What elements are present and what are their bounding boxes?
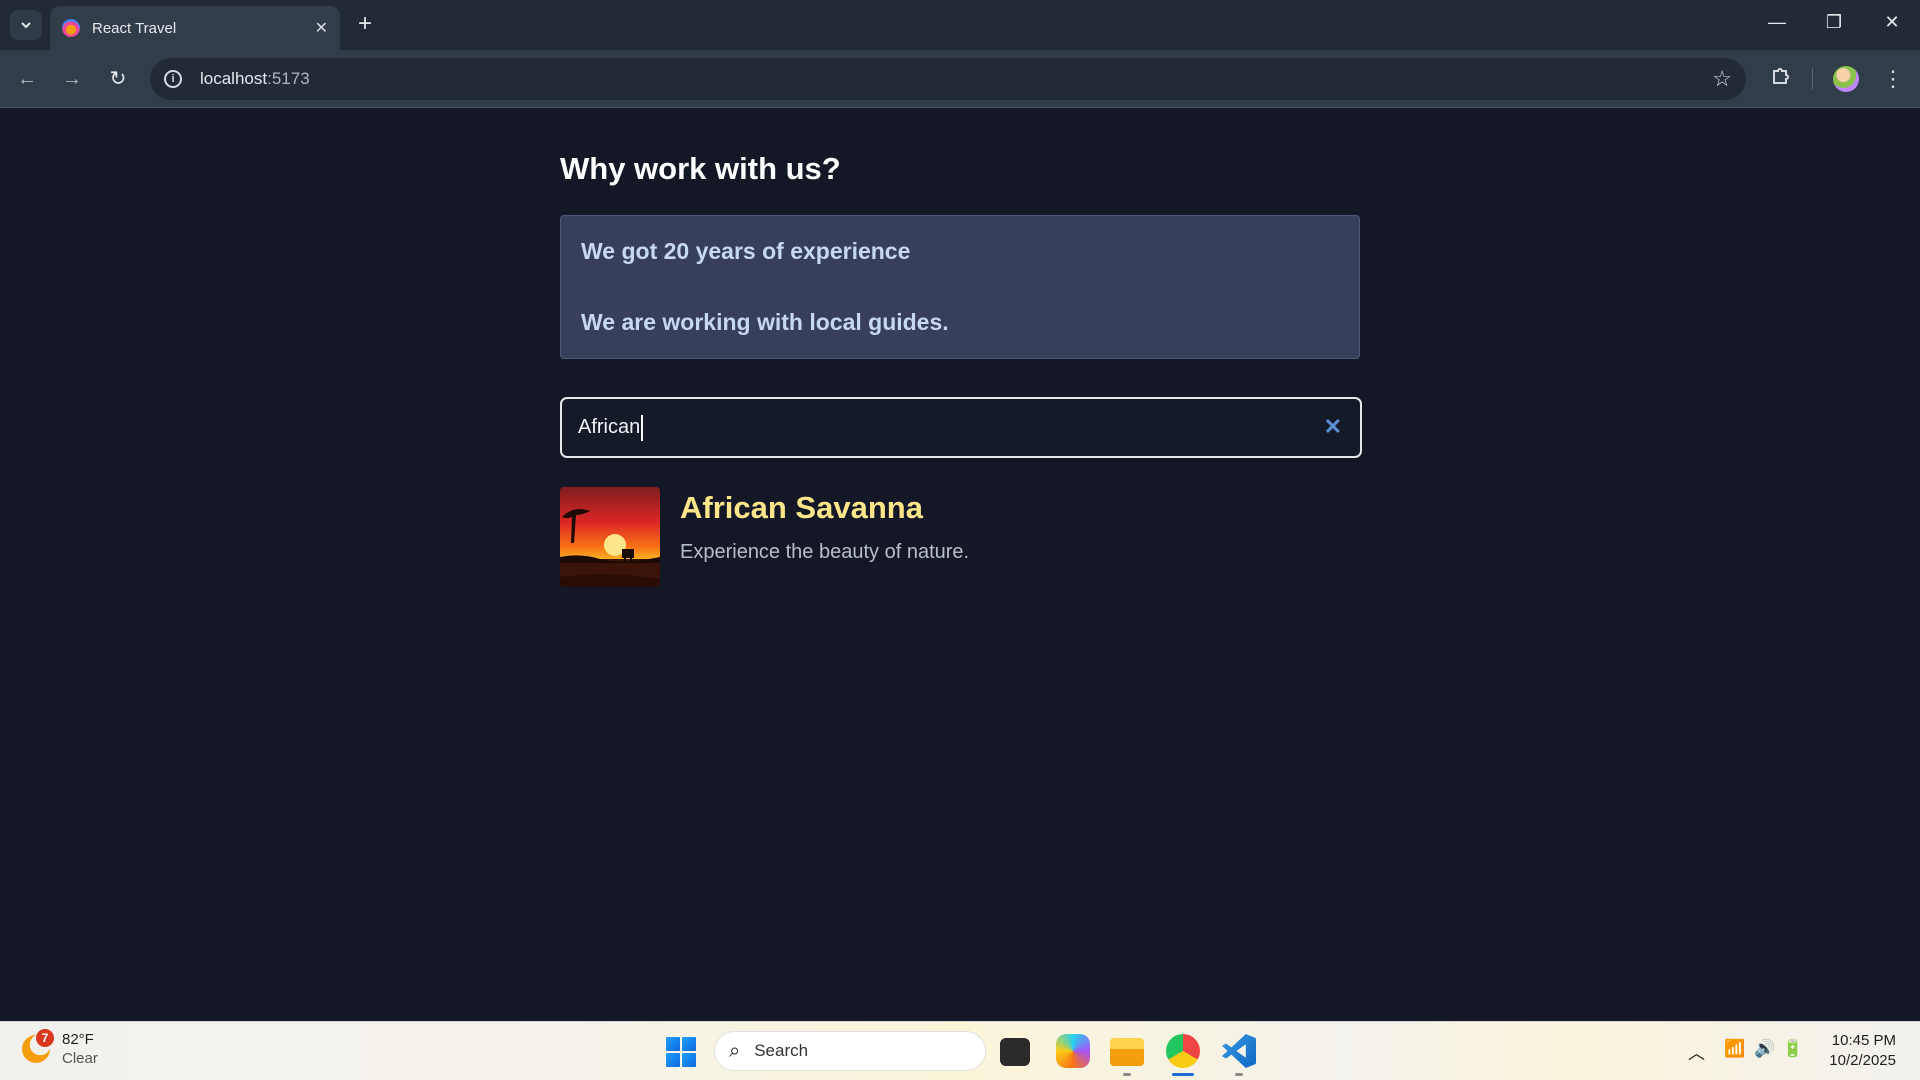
search-result-item[interactable]: African Savanna Experience the beauty of…	[560, 487, 1360, 587]
chrome-icon[interactable]	[1166, 1034, 1200, 1068]
result-title[interactable]: African Savanna	[680, 490, 923, 526]
search-input-value: African	[578, 416, 641, 438]
volume-icon[interactable]: 🔊	[1754, 1039, 1775, 1059]
clear-search-icon[interactable]: ✕	[1324, 414, 1342, 440]
weather-temperature: 82°F	[62, 1031, 94, 1048]
forward-arrow-icon[interactable]: →	[57, 64, 87, 94]
windows-taskbar: 7 82°F Clear ⌕ Search ︿ 📶 🔊 🔋 10:45 PM 1…	[0, 1021, 1920, 1080]
browser-toolbar: ← → ↻ i localhost:5173 ☆ ⋮	[0, 50, 1920, 108]
address-bar[interactable]: i localhost:5173 ☆	[150, 58, 1746, 100]
destination-search-input[interactable]: African ✕	[560, 397, 1362, 458]
url-text: localhost:5173	[200, 69, 310, 89]
weather-condition: Clear	[62, 1050, 98, 1067]
chevron-down-icon	[21, 22, 31, 29]
minimize-icon[interactable]: —	[1765, 12, 1789, 33]
result-description: Experience the beauty of nature.	[680, 541, 970, 563]
site-info-icon[interactable]: i	[164, 70, 182, 88]
browser-tab-bar: React Travel ✕ + — ❐ ✕	[0, 0, 1920, 50]
tab-title: React Travel	[92, 19, 177, 37]
moon-weather-icon: 7	[22, 1029, 54, 1063]
new-tab-button[interactable]: +	[352, 12, 378, 38]
toolbar-divider	[1812, 68, 1813, 90]
tab-search-button[interactable]	[10, 10, 42, 40]
url-host: localhost	[200, 69, 268, 88]
reasons-panel: We got 20 years of experience We are wor…	[560, 215, 1360, 359]
clock-date: 10/2/2025	[1829, 1052, 1896, 1069]
copilot-icon[interactable]	[1056, 1034, 1090, 1068]
chevron-up-icon[interactable]: ︿	[1688, 1039, 1705, 1064]
text-caret	[641, 414, 644, 441]
reload-icon[interactable]: ↻	[103, 64, 133, 94]
sunset-image	[560, 487, 660, 587]
chrome-active-indicator	[1172, 1073, 1194, 1076]
search-icon: ⌕	[729, 1039, 741, 1062]
page-viewport: Why work with us? We got 20 years of exp…	[0, 109, 1920, 1021]
reason-item: We got 20 years of experience	[581, 238, 911, 264]
file-explorer-running-indicator	[1123, 1073, 1131, 1076]
file-explorer-icon[interactable]	[1110, 1038, 1144, 1066]
url-port: :5173	[267, 69, 310, 88]
browser-menu-icon[interactable]: ⋮	[1878, 64, 1908, 94]
back-arrow-icon[interactable]: ←	[12, 64, 42, 94]
bookmark-star-icon[interactable]: ☆	[1712, 66, 1732, 92]
extensions-puzzle-icon[interactable]	[1766, 64, 1796, 94]
taskbar-search-box[interactable]: ⌕ Search	[714, 1031, 986, 1071]
clock-time: 10:45 PM	[1831, 1032, 1896, 1049]
vscode-icon[interactable]	[1222, 1034, 1256, 1068]
puzzle-icon	[1773, 68, 1789, 84]
task-view-icon[interactable]	[1000, 1038, 1030, 1066]
browser-tab[interactable]: React Travel ✕	[50, 6, 340, 50]
tab-close-icon[interactable]: ✕	[315, 18, 328, 38]
african-savanna-thumbnail	[560, 487, 660, 587]
battery-icon[interactable]: 🔋	[1782, 1039, 1803, 1059]
profile-avatar[interactable]	[1833, 66, 1859, 92]
reason-item: We are working with local guides.	[581, 309, 949, 335]
weather-alert-badge: 7	[36, 1029, 54, 1047]
system-clock[interactable]: 10:45 PM 10/2/2025	[1820, 1031, 1896, 1071]
weather-widget[interactable]: 7 82°F Clear	[22, 1029, 98, 1068]
page-title: Why work with us?	[560, 151, 841, 186]
window-close-icon[interactable]: ✕	[1880, 12, 1904, 33]
restore-icon[interactable]: ❐	[1822, 12, 1846, 33]
vscode-running-indicator	[1235, 1073, 1243, 1076]
wifi-icon[interactable]: 📶	[1724, 1039, 1745, 1059]
react-travel-favicon-icon	[62, 19, 80, 37]
windows-start-icon[interactable]	[666, 1037, 696, 1067]
taskbar-search-placeholder: Search	[754, 1041, 809, 1060]
